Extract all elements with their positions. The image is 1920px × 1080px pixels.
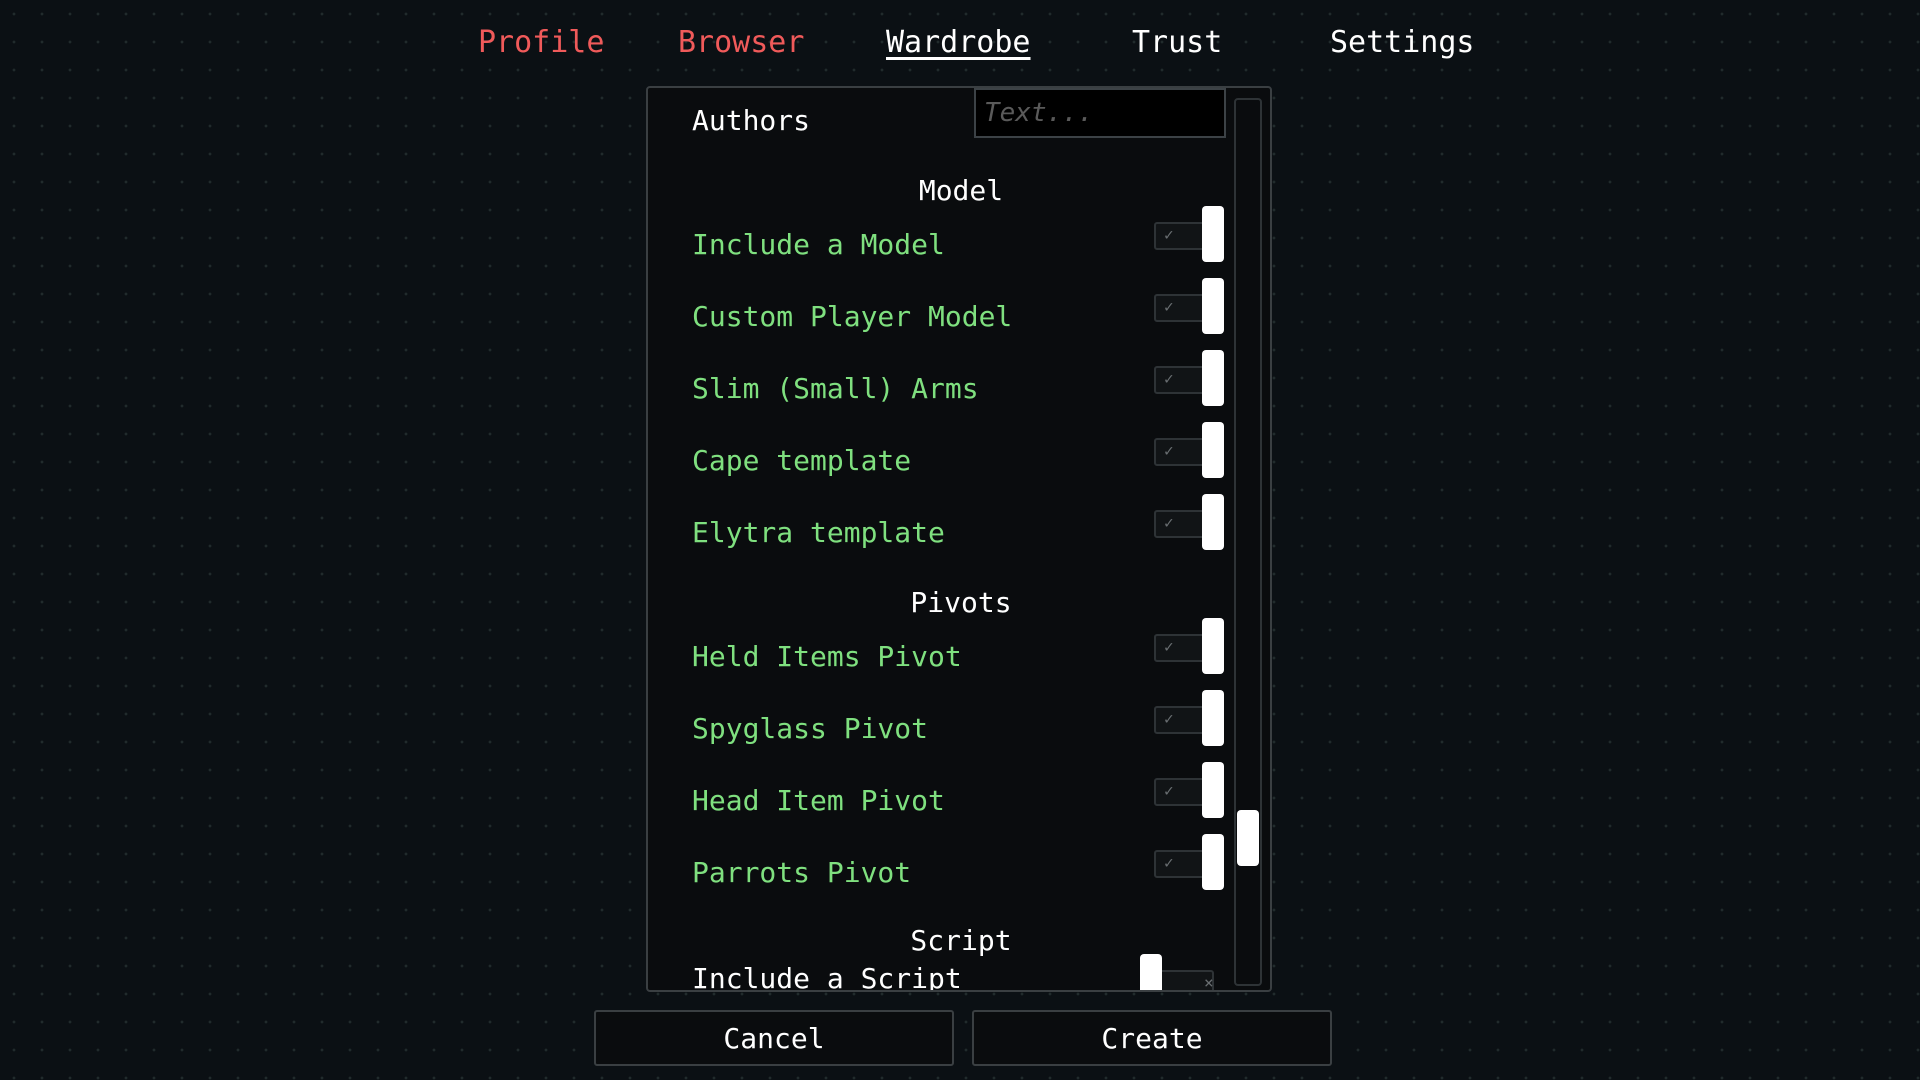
tab-trust[interactable]: Trust [1132,18,1222,68]
cross-icon: × [1204,973,1214,992]
tab-settings[interactable]: Settings [1330,18,1475,68]
tab-wardrobe[interactable]: Wardrobe [886,18,1031,68]
option-label-elytra-template: Elytra template [692,516,945,549]
cancel-button[interactable]: Cancel [594,1010,954,1066]
authors-field-container [974,88,1226,138]
tab-browser[interactable]: Browser [678,18,804,68]
option-label-held-items-pivot: Held Items Pivot [692,640,962,673]
toggle-elytra-template[interactable]: ✓ [1154,494,1226,550]
wardrobe-new-avatar-panel: Authors Model Include a Model ✓ Custom P… [646,86,1272,992]
toggle-include-model[interactable]: ✓ [1154,206,1226,262]
toggle-knob [1202,422,1224,478]
option-label-head-item-pivot: Head Item Pivot [692,784,945,817]
checkmark-icon: ✓ [1164,709,1174,728]
toggle-knob [1202,834,1224,890]
toggle-knob [1202,206,1224,262]
toggle-knob [1140,954,1162,990]
option-label-parrots-pivot: Parrots Pivot [692,856,912,889]
checkmark-icon: ✓ [1164,637,1174,656]
checkmark-icon: ✓ [1164,781,1174,800]
checkmark-icon: ✓ [1164,369,1174,388]
option-label-include-model: Include a Model [692,228,945,261]
create-button[interactable]: Create [972,1010,1332,1066]
toggle-custom-player-model[interactable]: ✓ [1154,278,1226,334]
toggle-knob [1202,618,1224,674]
section-title-model: Model [918,174,1004,207]
toggle-knob [1202,690,1224,746]
checkmark-icon: ✓ [1164,225,1174,244]
toggle-held-items-pivot[interactable]: ✓ [1154,618,1226,674]
checkmark-icon: ✓ [1164,853,1174,872]
toggle-knob [1202,350,1224,406]
toggle-parrots-pivot[interactable]: ✓ [1154,834,1226,890]
option-label-include-script: Include a Script [692,962,962,992]
checkmark-icon: ✓ [1164,441,1174,460]
option-label-cape-template: Cape template [692,444,912,477]
toggle-cape-template[interactable]: ✓ [1154,422,1226,478]
section-title-pivots: Pivots [910,586,1012,619]
toggle-head-item-pivot[interactable]: ✓ [1154,762,1226,818]
toggle-knob [1202,762,1224,818]
toggle-include-script[interactable]: × [1140,954,1226,992]
top-nav: Profile Browser Wardrobe Trust Settings [0,18,1920,68]
toggle-knob [1202,494,1224,550]
toggle-knob [1202,278,1224,334]
option-label-custom-player-model: Custom Player Model [692,300,1013,333]
tab-profile[interactable]: Profile [478,18,604,68]
toggle-slim-arms[interactable]: ✓ [1154,350,1226,406]
authors-label: Authors [692,104,811,137]
checkmark-icon: ✓ [1164,297,1174,316]
scrollbar[interactable] [1234,98,1262,986]
scrollbar-thumb[interactable] [1237,810,1259,866]
section-title-script: Script [910,924,1012,957]
authors-input[interactable] [976,90,1224,136]
checkmark-icon: ✓ [1164,513,1174,532]
option-label-slim-arms: Slim (Small) Arms [692,372,979,405]
toggle-spyglass-pivot[interactable]: ✓ [1154,690,1226,746]
option-label-spyglass-pivot: Spyglass Pivot [692,712,929,745]
